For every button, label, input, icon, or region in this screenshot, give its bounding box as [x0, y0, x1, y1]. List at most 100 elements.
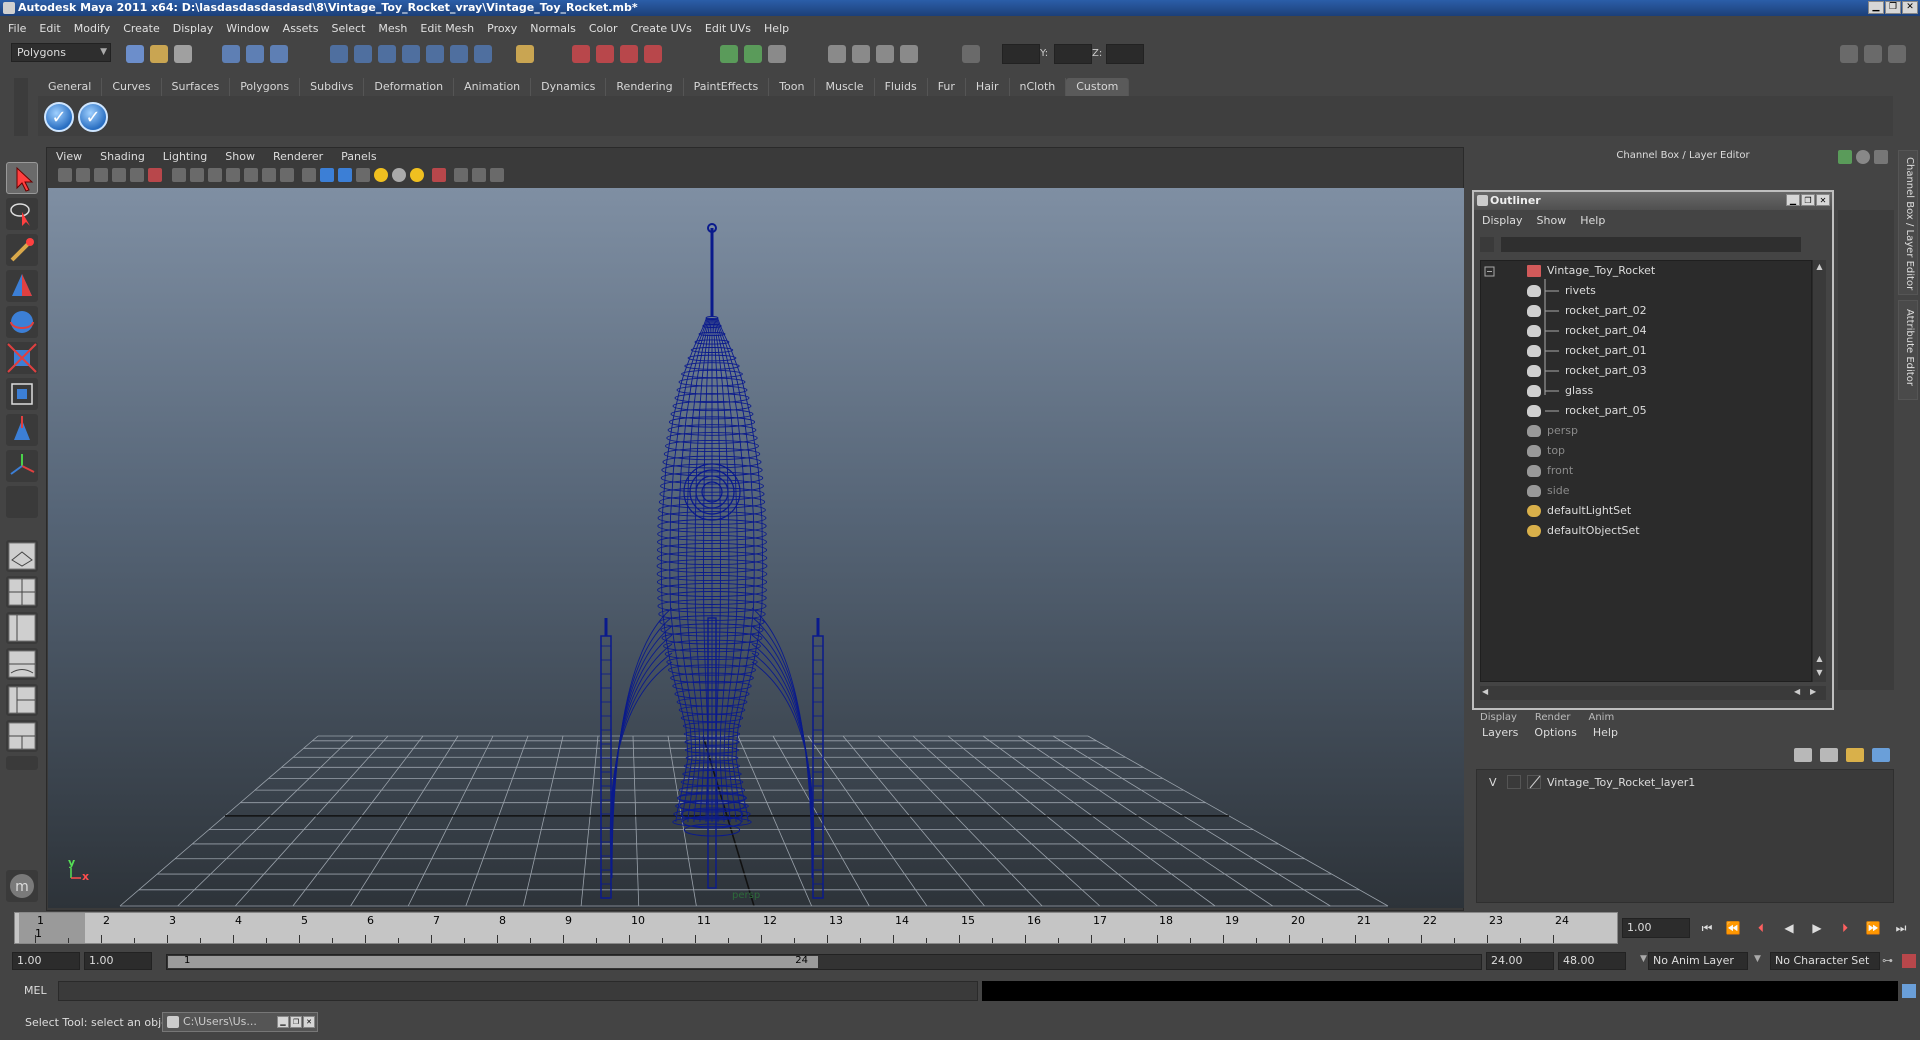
menu-color[interactable]: Color: [589, 22, 618, 35]
playback-start-field[interactable]: 1.00: [84, 952, 152, 970]
persp-outliner-layout-icon[interactable]: [6, 612, 38, 644]
layer-menu-options[interactable]: Options: [1534, 724, 1576, 742]
viewport-menu-lighting[interactable]: Lighting: [163, 150, 207, 164]
outliner-maximize-button[interactable]: ❐: [1801, 194, 1815, 206]
move-layer-down-icon[interactable]: [1820, 748, 1838, 762]
shelf-tab-custom[interactable]: Custom: [1066, 78, 1130, 96]
task-maximize-button[interactable]: ❐: [290, 1016, 302, 1028]
character-set-dropdown[interactable]: No Character Set: [1770, 952, 1880, 970]
image-plane-icon[interactable]: [112, 168, 126, 182]
last-tool-slot[interactable]: [6, 486, 38, 518]
show-attribute-editor-icon[interactable]: [1840, 45, 1858, 63]
command-language-toggle[interactable]: MEL: [24, 984, 47, 997]
select-tool-icon[interactable]: [6, 162, 38, 194]
outliner-title-bar[interactable]: Outliner ▁ ❐ ✕: [1474, 192, 1832, 210]
gate-mask-icon[interactable]: [226, 168, 240, 182]
render-settings-icon[interactable]: [644, 45, 662, 63]
snap-surface-icon[interactable]: [426, 45, 444, 63]
menu-edit-mesh[interactable]: Edit Mesh: [420, 22, 474, 35]
safe-title-icon[interactable]: [280, 168, 294, 182]
textured-icon[interactable]: [356, 168, 370, 182]
menu-normals[interactable]: Normals: [530, 22, 576, 35]
channel-box-side-tab[interactable]: Channel Box / Layer Editor: [1898, 150, 1918, 295]
shelf-tab-surfaces[interactable]: Surfaces: [162, 78, 231, 96]
playback-end-field[interactable]: 24.00: [1486, 952, 1554, 970]
ipr-render-icon[interactable]: [620, 45, 638, 63]
layer-row[interactable]: V Vintage_Toy_Rocket_layer1: [1477, 770, 1893, 796]
layer-visibility-toggle[interactable]: V: [1489, 776, 1497, 789]
range-slider-thumb[interactable]: 1 24: [168, 955, 818, 968]
scroll-left-icon-right[interactable]: ◀: [1794, 687, 1800, 696]
auto-key-icon[interactable]: [1902, 954, 1916, 968]
menu-edit-uvs[interactable]: Edit UVs: [705, 22, 751, 35]
task-close-button[interactable]: ✕: [303, 1016, 315, 1028]
film-gate-icon[interactable]: [190, 168, 204, 182]
snap-view-icon[interactable]: [474, 45, 492, 63]
open-scene-icon[interactable]: [150, 45, 168, 63]
layer-menu-layers[interactable]: Layers: [1482, 724, 1518, 742]
bookmarks-icon[interactable]: [94, 168, 108, 182]
key-icon[interactable]: ⊶: [1882, 954, 1893, 967]
shelf-tab-curves[interactable]: Curves: [102, 78, 162, 96]
show-tool-settings-icon[interactable]: [1864, 45, 1882, 63]
outliner-item-child[interactable]: rocket_part_05: [1481, 401, 1811, 421]
menu-display[interactable]: Display: [173, 22, 214, 35]
grease-pencil-icon[interactable]: [148, 168, 162, 182]
scroll-right-icon[interactable]: ▶: [1810, 687, 1816, 696]
x-coord-field[interactable]: [1002, 44, 1040, 64]
layer-playback-toggle[interactable]: [1507, 775, 1521, 789]
layer-tab-render[interactable]: Render: [1535, 712, 1571, 723]
snap-live-icon[interactable]: [450, 45, 468, 63]
shelf-tab-polygons[interactable]: Polygons: [230, 78, 301, 96]
hypershade-icon[interactable]: [852, 45, 870, 63]
snap-curve-icon[interactable]: [354, 45, 372, 63]
shelf-tab-deformation[interactable]: Deformation: [364, 78, 455, 96]
shelf-menu-grip[interactable]: [14, 78, 28, 136]
viewport-menu-show[interactable]: Show: [225, 150, 255, 164]
show-channel-box-icon[interactable]: [1888, 45, 1906, 63]
safe-action-icon[interactable]: [262, 168, 276, 182]
smooth-shade-icon[interactable]: [320, 168, 334, 182]
clock-icon[interactable]: [1856, 150, 1870, 164]
outliner-minimize-button[interactable]: ▁: [1786, 194, 1800, 206]
layer-menu-help[interactable]: Help: [1593, 724, 1618, 742]
history-icon[interactable]: [572, 45, 590, 63]
soft-modification-icon[interactable]: [6, 414, 38, 446]
outliner-menu-display[interactable]: Display: [1482, 212, 1523, 230]
minimize-button[interactable]: ▁: [1868, 1, 1884, 14]
current-time-indicator[interactable]: [19, 913, 85, 943]
select-camera-icon[interactable]: [58, 168, 72, 182]
menu-modify[interactable]: Modify: [74, 22, 110, 35]
menu-edit[interactable]: Edit: [39, 22, 60, 35]
shelf-tab-subdivs[interactable]: Subdivs: [300, 78, 365, 96]
shelf-tab-general[interactable]: General: [38, 78, 103, 96]
pencil-icon[interactable]: [1874, 150, 1888, 164]
xray-components-icon[interactable]: [490, 168, 504, 182]
snap-point-icon[interactable]: [378, 45, 396, 63]
outliner-item-child[interactable]: rocket_part_03: [1481, 361, 1811, 381]
use-all-lights-icon[interactable]: [374, 168, 388, 182]
task-minimize-button[interactable]: ▁: [277, 1016, 289, 1028]
step-forward-key-icon[interactable]: ⏵: [1836, 920, 1854, 936]
animation-end-field[interactable]: 48.00: [1558, 952, 1626, 970]
outliner-item-set[interactable]: defaultObjectSet: [1481, 521, 1811, 541]
outliner-item-camera[interactable]: front: [1481, 461, 1811, 481]
outliner-item-child[interactable]: rocket_part_04: [1481, 321, 1811, 341]
shelf-tab-muscle[interactable]: Muscle: [815, 78, 875, 96]
layer-tab-display[interactable]: Display: [1480, 712, 1517, 723]
play-backwards-icon[interactable]: ◀: [1780, 920, 1798, 936]
snap-plane-icon[interactable]: [402, 45, 420, 63]
outliner-horizontal-scrollbar[interactable]: ◀ ◀ ▶: [1480, 686, 1826, 700]
new-scene-icon[interactable]: [126, 45, 144, 63]
shelf-tab-fluids[interactable]: Fluids: [875, 78, 928, 96]
maximize-button[interactable]: ❐: [1885, 1, 1901, 14]
shelf-check-button-2[interactable]: ✓: [78, 102, 108, 132]
select-object-icon[interactable]: [246, 45, 264, 63]
outliner-menu-show[interactable]: Show: [1537, 212, 1567, 230]
menu-window[interactable]: Window: [226, 22, 269, 35]
step-back-key-icon[interactable]: ⏴: [1752, 920, 1770, 936]
scroll-up-icon[interactable]: ▲: [1814, 262, 1825, 273]
hypershade-layout-icon[interactable]: [6, 684, 38, 716]
outliner-vertical-scrollbar[interactable]: ▲ ▲ ▼: [1812, 260, 1826, 682]
go-to-start-icon[interactable]: ⏮: [1698, 920, 1716, 936]
